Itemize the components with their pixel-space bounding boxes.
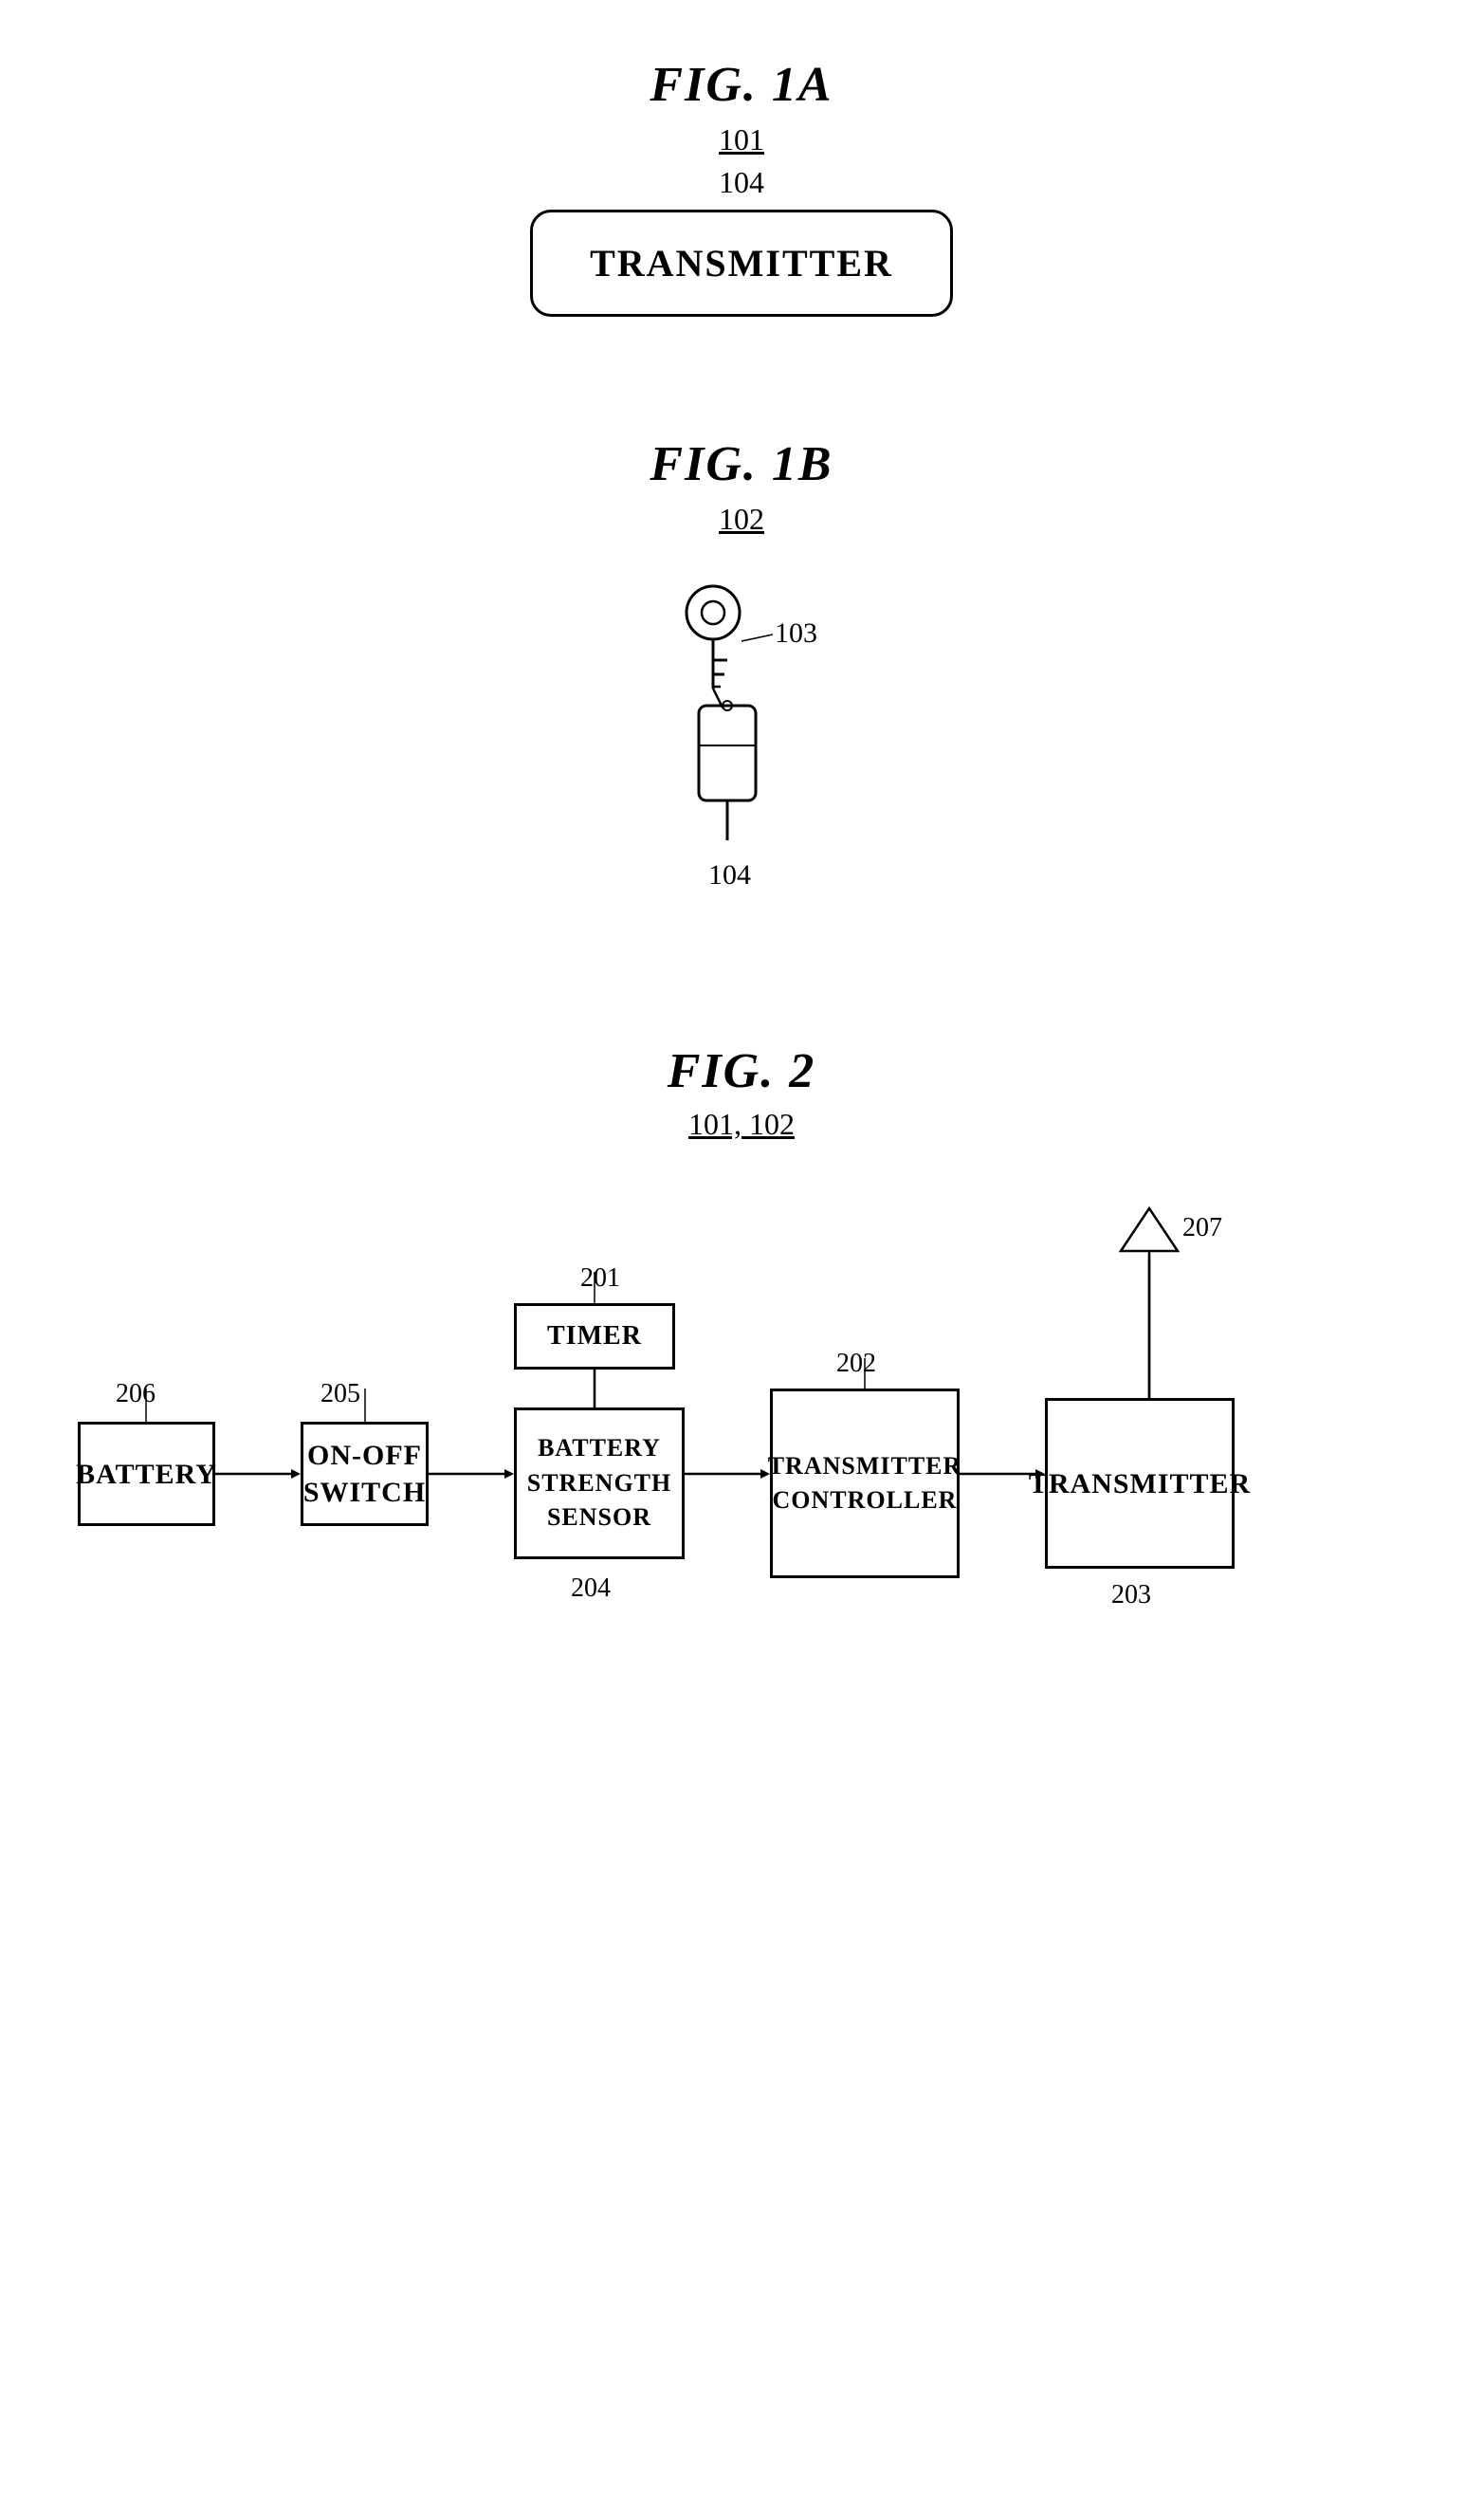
fig1a-label104: 104 (719, 165, 764, 200)
timer-block: TIMER (514, 1303, 675, 1370)
fig1b-label104: 104 (708, 859, 751, 892)
fig1b-section: FIG. 1B 102 103 (0, 436, 1483, 926)
on-off-switch-block: ON-OFF SWITCH (301, 1422, 429, 1526)
fig1a-section: FIG. 1A 101 104 TRANSMITTER (0, 57, 1483, 317)
fig1a-title: FIG. 1A (650, 57, 833, 113)
fig2-label202: 202 (836, 1349, 876, 1379)
fig1a-ref: 101 (719, 122, 764, 157)
fig2-section: FIG. 2 101, 102 BATTERY (0, 1043, 1483, 1749)
fig2-label203: 203 (1111, 1580, 1151, 1610)
transmitter-controller-block: TRANSMITTER CONTROLLER (770, 1389, 960, 1578)
transmitter-block-2: TRANSMITTER (1045, 1398, 1235, 1569)
fig1b-ref: 102 (719, 502, 764, 537)
fig1b-title: FIG. 1B (650, 436, 833, 492)
battery-strength-sensor-block: BATTERY STRENGTH SENSOR (514, 1407, 685, 1559)
fig2-label205: 205 (320, 1379, 360, 1409)
fig2-label204: 204 (571, 1573, 611, 1604)
fig2-diagram: BATTERY 206 ON-OFF SWITCH 205 TIMER 201 … (78, 1180, 1405, 1749)
fig2-ref: 101, 102 (688, 1107, 795, 1142)
battery-block: BATTERY (78, 1422, 215, 1526)
fig2-label201: 201 (580, 1263, 620, 1294)
fig2-label206: 206 (116, 1379, 156, 1409)
transmitter-box-1a: TRANSMITTER (530, 210, 953, 317)
fig2-title: FIG. 2 (668, 1043, 815, 1099)
fig1b-label103: 103 (775, 617, 817, 650)
fig2-label207: 207 (1182, 1213, 1222, 1243)
fig1b-illustration (637, 565, 846, 888)
